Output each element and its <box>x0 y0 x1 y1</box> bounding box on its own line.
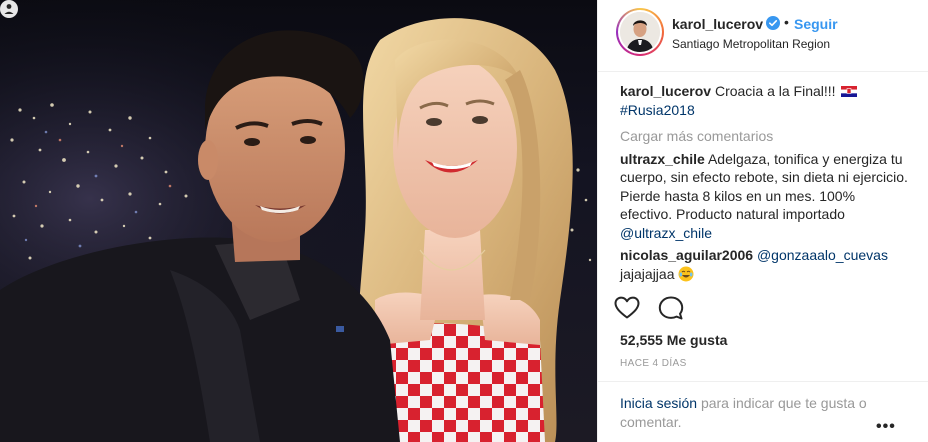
comments-list: karol_lucerov Croacia a la Final!!! #Rus… <box>620 82 910 287</box>
caption: karol_lucerov Croacia a la Final!!! #Rus… <box>620 82 910 119</box>
carousel-icon <box>0 0 18 18</box>
comment-item: ultrazx_chile Adelgaza, tonifica y energ… <box>620 150 910 243</box>
post-sidebar: karol_lucerov • Seguir Santiago Metropol… <box>597 0 928 442</box>
laughing-emoji-icon <box>678 266 694 282</box>
header-username[interactable]: karol_lucerov <box>672 16 763 32</box>
comment-icon[interactable] <box>658 296 684 320</box>
post-timestamp: HACE 4 DÍAS <box>620 358 687 369</box>
avatar[interactable] <box>616 8 664 56</box>
comment-item: nicolas_aguilar2006 @gonzaaalo_cuevas ja… <box>620 246 910 283</box>
verified-badge-icon <box>766 16 780 30</box>
likes-count[interactable]: 52,555 Me gusta <box>620 332 727 348</box>
caption-text: Croacia a la Final!!! <box>714 83 836 99</box>
croatia-flag-icon <box>841 83 858 97</box>
login-prompt: Inicia sesión para indicar que te gusta … <box>598 381 928 442</box>
post-photo[interactable] <box>0 0 597 442</box>
load-more-comments-button[interactable]: Cargar más comentarios <box>620 127 910 146</box>
comment-username[interactable]: ultrazx_chile <box>620 151 705 167</box>
heart-icon[interactable] <box>614 296 640 320</box>
more-options-button[interactable]: ••• <box>876 418 896 436</box>
caption-hashtag[interactable]: #Rusia2018 <box>620 102 695 118</box>
comment-text: jajajajjaa <box>620 265 675 282</box>
header-separator: • <box>784 14 789 30</box>
avatar-image <box>620 12 660 52</box>
photo-illustration <box>0 0 597 442</box>
follow-button[interactable]: Seguir <box>794 16 838 32</box>
comment-mention[interactable]: @gonzaaalo_cuevas <box>757 247 888 263</box>
comment-username[interactable]: nicolas_aguilar2006 <box>620 247 753 263</box>
caption-username[interactable]: karol_lucerov <box>620 83 711 99</box>
location-link[interactable]: Santiago Metropolitan Region <box>672 37 830 51</box>
post-header: karol_lucerov • Seguir Santiago Metropol… <box>598 0 928 72</box>
comment-mention[interactable]: @ultrazx_chile <box>620 225 712 241</box>
post-actions <box>614 296 904 320</box>
login-link[interactable]: Inicia sesión <box>620 395 697 411</box>
